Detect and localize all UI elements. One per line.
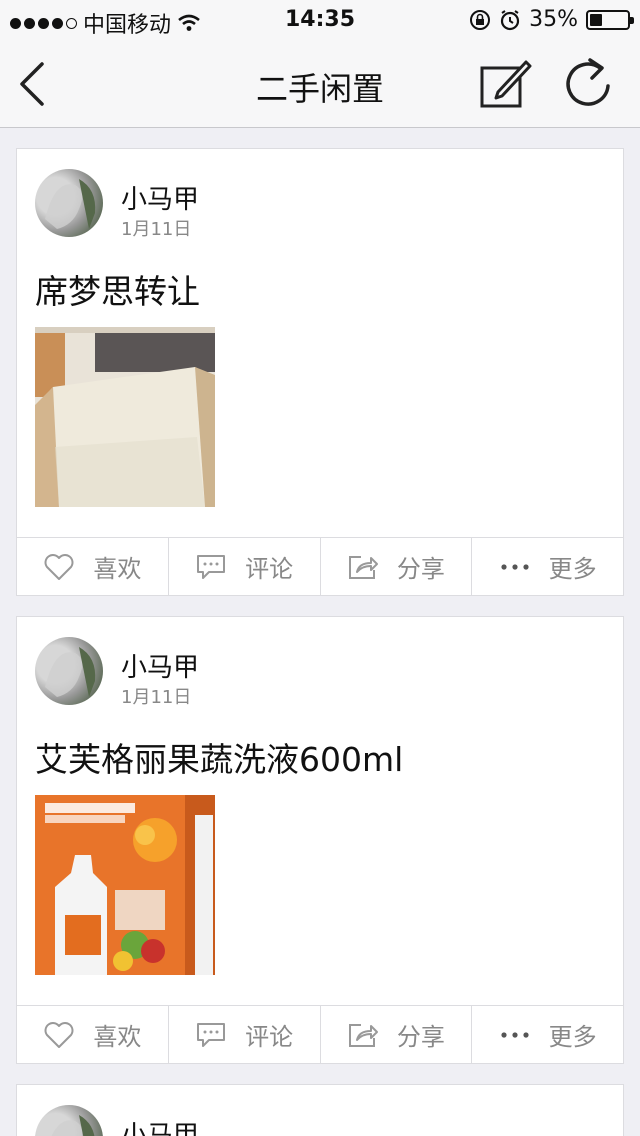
rotation-lock-icon (470, 9, 491, 30)
share-button[interactable]: 分享 (321, 1006, 473, 1063)
post-date: 1月11日 (121, 219, 192, 240)
more-button[interactable]: 更多 (472, 1006, 623, 1063)
battery-percent: 35% (529, 7, 578, 32)
alarm-icon (500, 9, 520, 30)
comment-icon (197, 554, 226, 579)
comment-label: 评论 (245, 1023, 294, 1051)
comment-label: 评论 (245, 555, 294, 583)
post-feed: 小马甲 1月11日 席梦思转让 喜欢 评论 分享 更多 小马甲 1月11日 艾芙… (16, 148, 624, 1136)
navigation-bar: 二手闲置 (0, 40, 640, 128)
post-card[interactable]: 小马甲 (16, 1084, 624, 1136)
share-label: 分享 (396, 1023, 445, 1051)
username[interactable]: 小马甲 (121, 647, 199, 684)
post-card[interactable]: 小马甲 1月11日 艾芙格丽果蔬洗液600ml 喜欢 评论 分享 更多 (16, 616, 624, 1064)
post-actions: 喜欢 评论 分享 更多 (17, 537, 623, 595)
status-bar: 中国移动 14:35 35% (0, 0, 640, 40)
more-icon (501, 563, 529, 570)
share-icon (348, 555, 378, 579)
comment-button[interactable]: 评论 (169, 1006, 321, 1063)
heart-icon (44, 553, 74, 580)
more-icon (501, 1031, 529, 1038)
more-label: 更多 (548, 1023, 597, 1051)
avatar[interactable] (35, 169, 103, 237)
more-label: 更多 (548, 555, 597, 583)
detergent-photo[interactable] (35, 795, 215, 975)
share-icon (348, 1023, 378, 1047)
like-button[interactable]: 喜欢 (17, 538, 169, 595)
like-button[interactable]: 喜欢 (17, 1006, 169, 1063)
post-title[interactable]: 席梦思转让 (35, 265, 200, 313)
refresh-icon[interactable] (560, 56, 616, 112)
page-title: 二手闲置 (255, 70, 384, 108)
battery-icon (586, 9, 634, 30)
like-label: 喜欢 (93, 555, 142, 583)
heart-icon (44, 1021, 74, 1048)
post-date: 1月11日 (121, 687, 192, 708)
compose-icon[interactable] (478, 56, 534, 112)
avatar[interactable] (35, 1105, 103, 1136)
mattress-photo[interactable] (35, 327, 215, 507)
comment-icon (197, 1022, 226, 1047)
comment-button[interactable]: 评论 (169, 538, 321, 595)
username[interactable]: 小马甲 (121, 179, 199, 216)
post-card[interactable]: 小马甲 1月11日 席梦思转让 喜欢 评论 分享 更多 (16, 148, 624, 596)
share-label: 分享 (396, 555, 445, 583)
status-right: 35% (469, 7, 634, 32)
username[interactable]: 小马甲 (121, 1115, 199, 1136)
more-button[interactable]: 更多 (472, 538, 623, 595)
post-title[interactable]: 艾芙格丽果蔬洗液600ml (35, 733, 403, 781)
share-button[interactable]: 分享 (321, 538, 473, 595)
like-label: 喜欢 (93, 1023, 142, 1051)
post-actions: 喜欢 评论 分享 更多 (17, 1005, 623, 1063)
avatar[interactable] (35, 637, 103, 705)
